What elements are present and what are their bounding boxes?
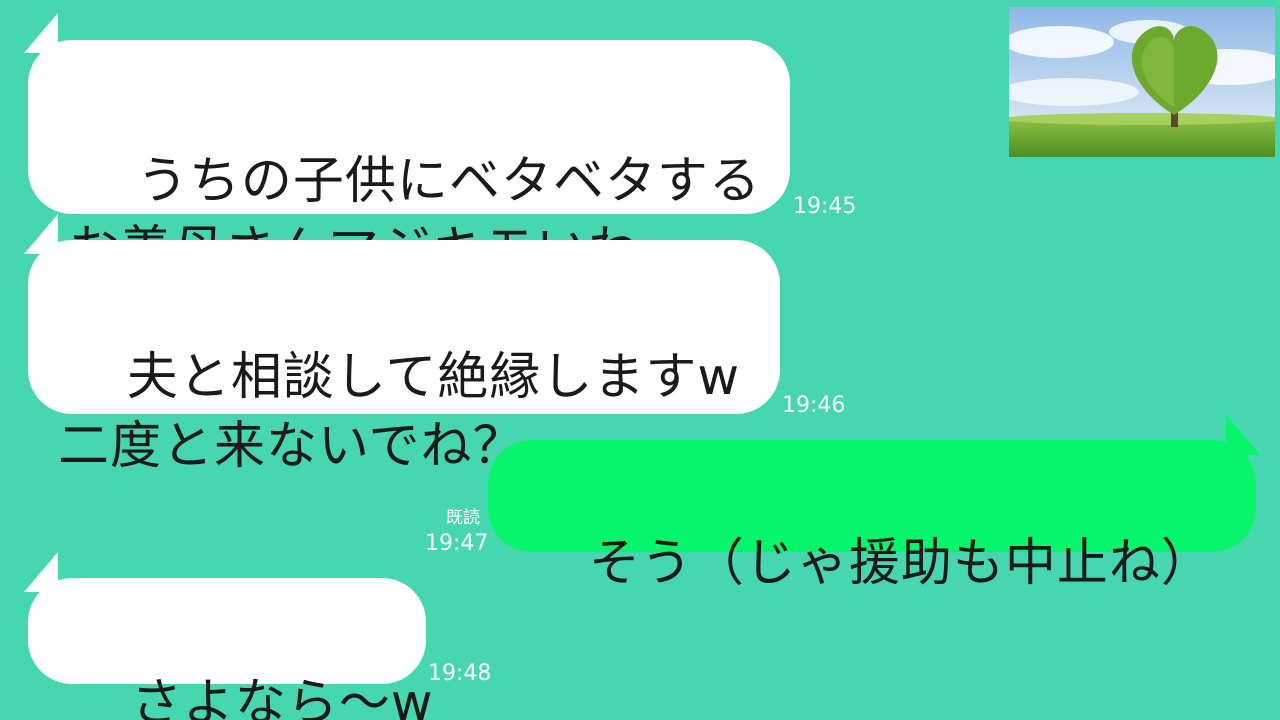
heart-tree-landscape-icon — [1009, 7, 1275, 157]
message-timestamp: 19:46 — [782, 393, 846, 418]
message-text: そう（じゃ援助も中止ね） — [588, 534, 1213, 593]
incoming-message-bubble[interactable]: 夫と相談して絶縁しますw 二度と来ないでね？ — [28, 240, 780, 476]
message-timestamp: 19:48 — [428, 661, 492, 686]
message-text: さよなら～w — [130, 674, 434, 720]
read-receipt: 既読 — [446, 508, 480, 528]
chat-screen: うちの子供にベタベタする お義母さんマジキモいわ 19:45 夫と相談して絶縁し… — [0, 0, 1280, 720]
heart-tree-image[interactable] — [1009, 7, 1275, 157]
message-timestamp: 19:47 — [425, 531, 489, 556]
incoming-message-bubble[interactable]: さよなら～w — [28, 578, 433, 720]
outgoing-message-bubble[interactable]: そう（じゃ援助も中止ね） — [488, 440, 1256, 593]
message-timestamp: 19:45 — [793, 194, 857, 219]
incoming-message-bubble[interactable]: うちの子供にベタベタする お義母さんマジキモいわ — [28, 40, 790, 280]
